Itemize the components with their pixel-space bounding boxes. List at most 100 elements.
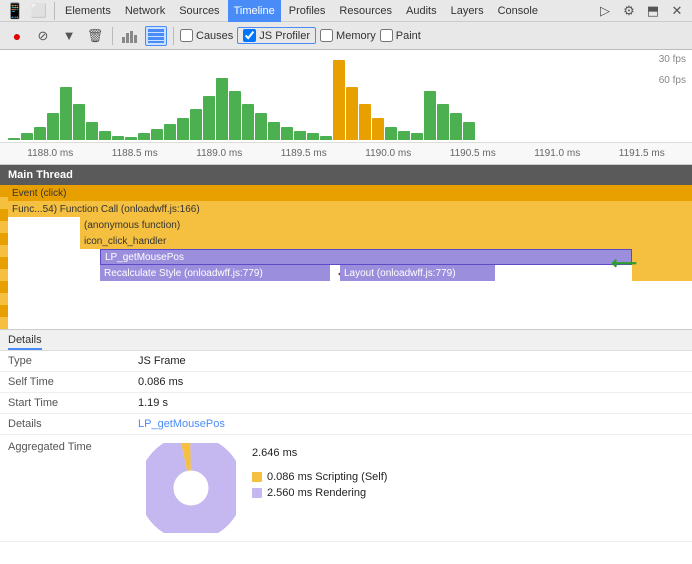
causes-checkbox[interactable]: Causes [180, 29, 233, 42]
timeline-bar [151, 129, 163, 140]
settings-icon[interactable]: ⚙ [618, 1, 640, 21]
timeline-bar [385, 127, 397, 140]
timeline-bar [164, 124, 176, 140]
paint-checkbox[interactable]: Paint [380, 29, 421, 42]
menu-sources[interactable]: Sources [173, 0, 225, 22]
func-call-bar[interactable]: Func...54) Function Call (onloadwff.js:1… [8, 201, 632, 217]
memory-checkbox[interactable]: Memory [320, 29, 376, 42]
legend: 0.086 ms Scripting (Self) 2.560 ms Rende… [252, 463, 387, 499]
aggregated-content: 2.646 ms 0.086 ms Scripting (Self) 2.560… [130, 435, 692, 542]
dock-icon[interactable]: ⬒ [642, 1, 664, 21]
menu-resources[interactable]: Resources [333, 0, 398, 22]
right-yellow [632, 201, 692, 281]
timeline-bar [411, 133, 423, 140]
bar-chart-button[interactable] [119, 26, 141, 46]
aggregated-label: Aggregated Time [0, 435, 130, 542]
green-arrow-icon: ⟵ [611, 253, 637, 274]
timeline-bar [255, 113, 267, 140]
layout-bar[interactable]: Layout (onloadwff.js:779) [340, 265, 495, 281]
left-bars [0, 185, 8, 329]
total-value: 2.646 ms [252, 443, 387, 459]
event-click-bar[interactable]: Event (click) [8, 185, 692, 201]
time-2: 1189.0 ms [177, 148, 262, 159]
timeline-bar [437, 104, 449, 140]
menu-timeline[interactable]: Timeline [228, 0, 281, 22]
type-value: JS Frame [130, 351, 692, 372]
timeline-bar [463, 122, 475, 140]
table-row: Details LP_getMousePos [0, 414, 692, 435]
legend-scripting: 0.086 ms Scripting (Self) [252, 471, 387, 483]
trash-button[interactable]: 🗑 [84, 26, 106, 46]
icon-click-handler-bar[interactable]: icon_click_handler [80, 233, 632, 249]
details-label: Details [0, 414, 130, 435]
pie-chart [146, 443, 236, 533]
details-table: Type JS Frame Self Time 0.086 ms Start T… [0, 351, 692, 542]
time-7: 1191.5 ms [600, 148, 685, 159]
start-time-value: 1.19 s [130, 393, 692, 414]
timeline-bar [99, 131, 111, 140]
time-6: 1191.0 ms [515, 148, 600, 159]
time-1: 1188.5 ms [93, 148, 178, 159]
timeline-bars [0, 54, 692, 140]
timeline-view-button[interactable] [145, 26, 167, 46]
timeline-bar [138, 133, 150, 140]
timeline-bar [398, 131, 410, 140]
rendering-label: 2.560 ms Rendering [267, 487, 366, 499]
timeline-bar [346, 87, 358, 140]
menu-bar: 📱 ⬜ Elements Network Sources Timeline Pr… [0, 0, 692, 22]
timeline-bar [34, 127, 46, 140]
time-3: 1189.5 ms [262, 148, 347, 159]
timeline-bar [359, 104, 371, 140]
timeline-bar [216, 78, 228, 140]
timeline-bar [242, 104, 254, 140]
js-profiler-checkbox[interactable]: JS Profiler [237, 27, 316, 44]
menu-layers[interactable]: Layers [445, 0, 490, 22]
menu-profiles[interactable]: Profiles [283, 0, 332, 22]
timeline-bar [177, 118, 189, 140]
time-4: 1190.0 ms [346, 148, 431, 159]
aggregated-row: 2.646 ms 0.086 ms Scripting (Self) 2.560… [138, 439, 684, 537]
main-thread-label: Main Thread [8, 169, 73, 181]
details-section: Details Type JS Frame Self Time 0.086 ms… [0, 330, 692, 564]
close-icon[interactable]: ✕ [666, 1, 688, 21]
timeline-bar [60, 87, 72, 140]
table-row: Start Time 1.19 s [0, 393, 692, 414]
lp-getmousepos-bar[interactable]: LP_getMousePos [100, 249, 632, 265]
table-row: Aggregated Time 2.646 ms [0, 435, 692, 542]
start-time-label: Start Time [0, 393, 130, 414]
mobile-icon[interactable]: 📱 [4, 1, 26, 21]
menu-elements[interactable]: Elements [59, 0, 117, 22]
separator [173, 27, 174, 45]
timeline-bar [450, 113, 462, 140]
timeline-bar [86, 122, 98, 140]
separator [54, 2, 55, 20]
details-tab[interactable]: Details [0, 330, 692, 351]
menu-console[interactable]: Console [492, 0, 544, 22]
timeline-bar [8, 138, 20, 140]
table-row: Type JS Frame [0, 351, 692, 372]
timeline-bar [424, 91, 436, 140]
cursor-icon[interactable]: ⬜ [28, 1, 50, 21]
timeline-bar [333, 60, 345, 140]
menu-audits[interactable]: Audits [400, 0, 443, 22]
menu-network[interactable]: Network [119, 0, 171, 22]
timeline-bar [47, 113, 59, 140]
type-label: Type [0, 351, 130, 372]
flame-chart[interactable]: Event (click) Func...54) Function Call (… [0, 185, 692, 330]
lp-link[interactable]: LP_getMousePos [138, 418, 225, 430]
timeline-bar [125, 137, 137, 140]
details-value: LP_getMousePos [130, 414, 692, 435]
details-tab-label: Details [8, 334, 42, 350]
execute-icon[interactable]: ▷ [594, 1, 616, 21]
filter-button[interactable]: ▼ [58, 26, 80, 46]
record-button[interactable]: ● [6, 26, 28, 46]
anon-func-bar[interactable]: (anonymous function) [80, 217, 632, 233]
toolbar: ● ⊘ ▼ 🗑 Causes JS Profiler Memory Paint [0, 22, 692, 50]
time-axis: 1188.0 ms 1188.5 ms 1189.0 ms 1189.5 ms … [0, 142, 692, 164]
timeline-bar [203, 96, 215, 140]
timeline-chart[interactable]: 30 fps 60 fps 1188.0 ms 1188.5 ms 1189.0… [0, 50, 692, 165]
timeline-bar [281, 127, 293, 140]
stop-button[interactable]: ⊘ [32, 26, 54, 46]
recalc-style-bar[interactable]: Recalculate Style (onloadwff.js:779) [100, 265, 330, 281]
time-0: 1188.0 ms [8, 148, 93, 159]
